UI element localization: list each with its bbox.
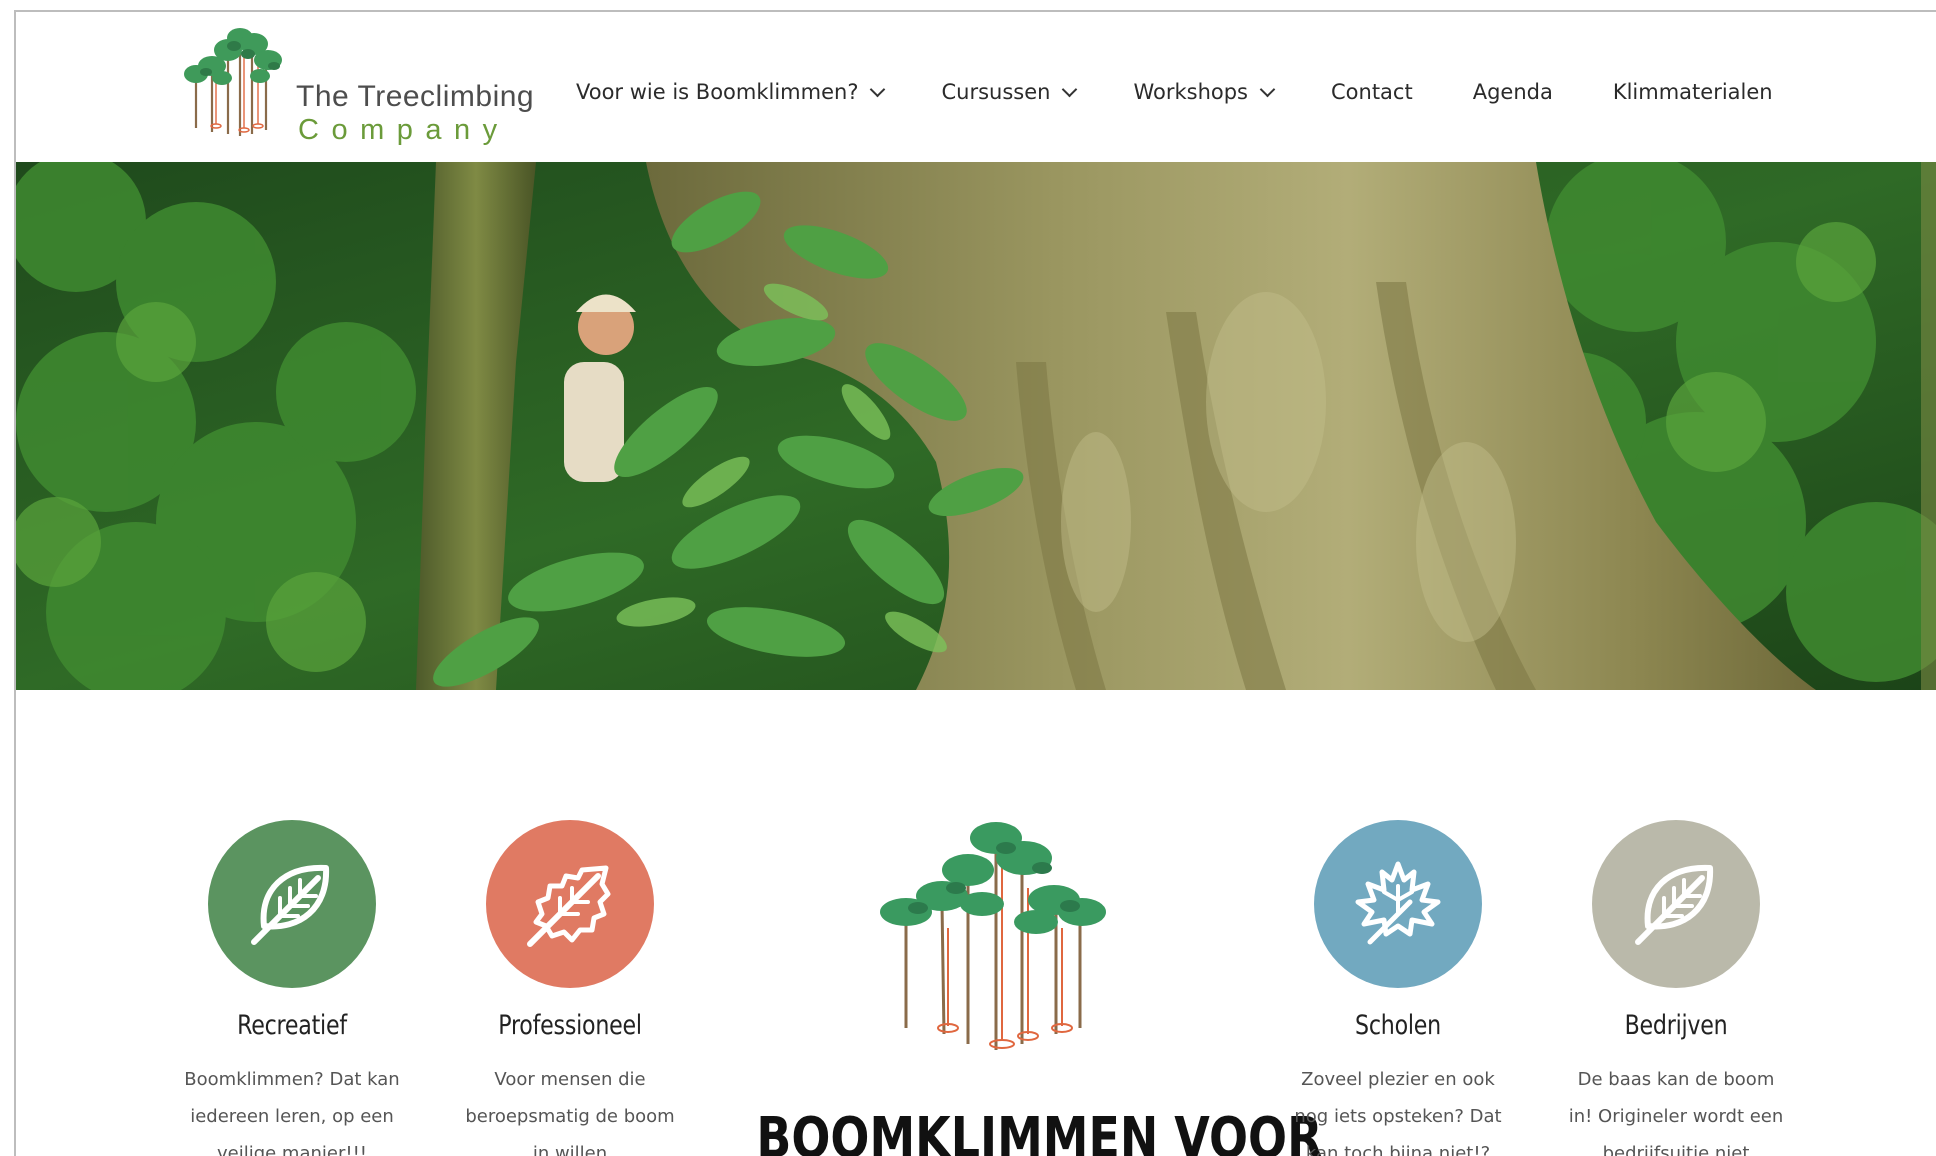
nav-item-cursussen[interactable]: Cursussen: [941, 80, 1078, 104]
chevron-down-icon: [1259, 81, 1276, 97]
nav-item-label: Agenda: [1472, 80, 1553, 104]
feature-title: Professioneel: [498, 1010, 642, 1041]
logo-trees-icon: [184, 28, 282, 136]
oak-leaf-icon: [527, 865, 611, 947]
logo-text-line1: The Treeclimbing: [296, 80, 535, 113]
hero-forest-tree-photo: [16, 162, 1936, 690]
leaf-icon: [251, 864, 330, 945]
nav-item-workshops[interactable]: Workshops: [1133, 80, 1276, 104]
feature-text: De baas kan de boom in! Origineler wordt…: [1568, 1069, 1784, 1156]
nav-item-klimmaterialen[interactable]: Klimmaterialen: [1613, 80, 1773, 104]
nav-item-contact[interactable]: Contact: [1331, 80, 1413, 104]
target-groups-section: Recreatief Boomklimmen? Dat kan iedereen…: [16, 690, 1936, 1156]
center-intro: BOOMKLIMMEN VOOR: [706, 808, 1322, 1156]
nav-item-agenda[interactable]: Agenda: [1473, 80, 1553, 104]
maple-leaf-icon: [1355, 861, 1441, 945]
feature-title: Bedrijven: [1624, 1010, 1728, 1041]
logo-text-line2: Company: [298, 114, 510, 146]
feature-text: Boomklimmen? Dat kan iedereen leren, op …: [184, 1069, 400, 1156]
section-heading: BOOMKLIMMEN VOOR: [756, 1106, 1323, 1156]
feature-title: Scholen: [1355, 1010, 1441, 1041]
site-header: The Treeclimbing Company Voor wie is Boo…: [16, 12, 1936, 162]
chevron-down-icon: [1062, 81, 1078, 97]
hero-image: [16, 162, 1936, 690]
nav-item-label: Klimmaterialen: [1612, 80, 1773, 104]
feature-bedrijven[interactable]: Bedrijven De baas kan de boom in! Origin…: [1556, 820, 1796, 1156]
feature-text: Zoveel plezier en ook nog iets opsteken?…: [1294, 1069, 1502, 1156]
feature-circle[interactable]: [1314, 820, 1482, 988]
nav-item-label: Workshops: [1133, 80, 1248, 104]
leaf-icon: [1635, 864, 1714, 945]
feature-circle[interactable]: [486, 820, 654, 988]
tree-group-icon: [880, 822, 1106, 1050]
browser-viewport: The Treeclimbing Company Voor wie is Boo…: [14, 10, 1936, 1156]
feature-recreatief[interactable]: Recreatief Boomklimmen? Dat kan iedereen…: [172, 820, 412, 1156]
site-logo[interactable]: The Treeclimbing Company: [182, 24, 582, 146]
feature-text: Voor mensen die beroepsmatig de boom in …: [465, 1069, 675, 1156]
nav-item-label: Contact: [1331, 80, 1413, 104]
feature-circle[interactable]: [208, 820, 376, 988]
nav-item-voor-wie[interactable]: Voor wie is Boomklimmen?: [576, 80, 886, 104]
feature-circle[interactable]: [1592, 820, 1760, 988]
chevron-down-icon: [870, 81, 886, 97]
nav-item-label: Voor wie is Boomklimmen?: [576, 80, 859, 104]
feature-professioneel[interactable]: Professioneel Voor mensen die beroepsmat…: [450, 820, 690, 1156]
feature-scholen[interactable]: Scholen Zoveel plezier en ook nog iets o…: [1278, 820, 1518, 1156]
feature-title: Recreatief: [237, 1010, 347, 1041]
nav-item-label: Cursussen: [941, 80, 1051, 104]
main-nav: Voor wie is Boomklimmen? Cursussen Works…: [576, 70, 1773, 114]
